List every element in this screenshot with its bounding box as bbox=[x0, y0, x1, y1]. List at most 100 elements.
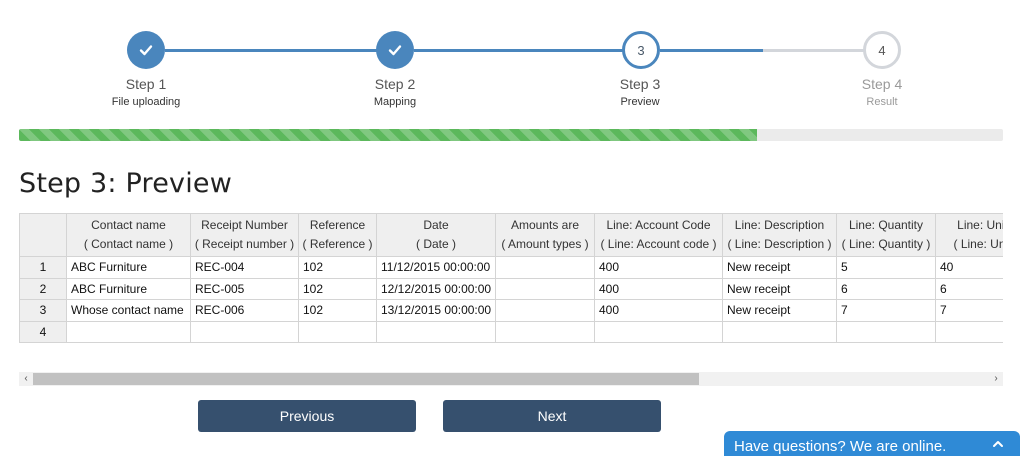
table-cell[interactable]: REC-006 bbox=[190, 299, 299, 322]
column-header[interactable]: Line: Quantity ( Line: Quantity ) bbox=[836, 213, 936, 257]
previous-button[interactable]: Previous bbox=[198, 400, 416, 432]
table-cell[interactable]: New receipt bbox=[722, 299, 837, 322]
scroll-left-arrow-icon[interactable]: ‹ bbox=[19, 372, 33, 386]
row-number: 4 bbox=[19, 320, 67, 343]
row-number: 2 bbox=[19, 277, 67, 300]
table-cell[interactable] bbox=[594, 320, 723, 343]
step-1-title: Step 1 bbox=[125, 76, 167, 92]
scroll-right-arrow-icon[interactable]: › bbox=[989, 372, 1003, 386]
table-cell[interactable]: New receipt bbox=[722, 277, 837, 300]
table-cell[interactable]: 40 bbox=[935, 256, 1003, 279]
column-header-name: Contact name bbox=[91, 218, 166, 232]
column-header[interactable]: Amounts are ( Amount types ) bbox=[495, 213, 595, 257]
table-cell[interactable]: 102 bbox=[298, 299, 377, 322]
column-header-source: ( Line: Description ) bbox=[727, 237, 832, 251]
column-header-source: ( Contact name ) bbox=[83, 237, 174, 251]
step-1-subtitle: File uploading bbox=[111, 96, 181, 108]
table-cell[interactable] bbox=[66, 320, 191, 343]
table-row: 3 Whose contact name REC-006 102 13/12/2… bbox=[19, 299, 1003, 322]
progress-bar-fill bbox=[19, 129, 757, 141]
table-header-row: Contact name ( Contact name ) Receipt Num… bbox=[19, 213, 1003, 257]
column-header[interactable]: Line: Unit ( Line: Unit bbox=[935, 213, 1003, 257]
step-4-title: Step 4 bbox=[861, 76, 903, 92]
table-cell[interactable]: ABC Furniture bbox=[66, 277, 191, 300]
column-header-source: ( Date ) bbox=[415, 237, 456, 251]
step-connector-3-4-done bbox=[660, 49, 763, 52]
table-cell[interactable] bbox=[722, 320, 837, 343]
table-cell[interactable]: 102 bbox=[298, 277, 377, 300]
table-cell[interactable]: 6 bbox=[935, 277, 1003, 300]
step-4-circle: 4 bbox=[863, 31, 901, 69]
column-header-name: Line: Unit bbox=[957, 218, 1003, 232]
table-cell[interactable]: 5 bbox=[836, 256, 936, 279]
column-header-name: Date bbox=[423, 218, 449, 232]
table-cell[interactable]: 11/12/2015 00:00:00 bbox=[376, 256, 496, 279]
table-cell[interactable]: 400 bbox=[594, 256, 723, 279]
table-cell[interactable]: 13/12/2015 00:00:00 bbox=[376, 299, 496, 322]
step-2-circle bbox=[376, 31, 414, 69]
column-header[interactable]: Reference ( Reference ) bbox=[298, 213, 377, 257]
step-3-number: 3 bbox=[637, 42, 645, 58]
preview-table: Contact name ( Contact name ) Receipt Num… bbox=[19, 213, 1003, 343]
column-header[interactable]: Line: Description ( Line: Description ) bbox=[722, 213, 837, 257]
column-header[interactable]: Line: Account Code ( Line: Account code ) bbox=[594, 213, 723, 257]
table-cell[interactable] bbox=[495, 299, 595, 322]
horizontal-scrollbar[interactable]: ‹ › bbox=[19, 372, 1003, 386]
column-header-name: Reference bbox=[309, 218, 366, 232]
table-cell[interactable] bbox=[836, 320, 936, 343]
step-2-subtitle: Mapping bbox=[373, 96, 417, 108]
page-title: Step 3: Preview bbox=[19, 168, 233, 199]
table-cell[interactable]: 12/12/2015 00:00:00 bbox=[376, 277, 496, 300]
table-cell[interactable]: 400 bbox=[594, 299, 723, 322]
table-cell[interactable]: 102 bbox=[298, 256, 377, 279]
next-button[interactable]: Next bbox=[443, 400, 661, 432]
step-4-number: 4 bbox=[878, 42, 886, 58]
table-cell[interactable] bbox=[495, 256, 595, 279]
scrollbar-thumb[interactable] bbox=[33, 373, 699, 385]
table-cell[interactable] bbox=[935, 320, 1003, 343]
step-connector-2-3 bbox=[414, 49, 623, 52]
column-header-source: ( Line: Account code ) bbox=[600, 237, 717, 251]
row-number-header bbox=[19, 213, 67, 257]
chat-widget-label: Have questions? We are online. bbox=[734, 438, 947, 455]
step-4-subtitle: Result bbox=[866, 96, 898, 108]
table-cell[interactable] bbox=[495, 277, 595, 300]
column-header-source: ( Reference ) bbox=[302, 237, 373, 251]
progress-bar bbox=[19, 129, 1003, 141]
step-2-title: Step 2 bbox=[374, 76, 416, 92]
row-number: 3 bbox=[19, 299, 67, 322]
step-3-title: Step 3 bbox=[619, 76, 661, 92]
column-header[interactable]: Receipt Number ( Receipt number ) bbox=[190, 213, 299, 257]
step-connector-3-4-pending bbox=[763, 49, 864, 52]
table-row: 1 ABC Furniture REC-004 102 11/12/2015 0… bbox=[19, 256, 1003, 279]
table-cell[interactable]: REC-005 bbox=[190, 277, 299, 300]
column-header[interactable]: Date ( Date ) bbox=[376, 213, 496, 257]
table-cell[interactable] bbox=[376, 320, 496, 343]
table-cell[interactable]: 400 bbox=[594, 277, 723, 300]
step-3-subtitle: Preview bbox=[620, 96, 660, 108]
column-header-name: Line: Description bbox=[734, 218, 825, 232]
preview-table-container[interactable]: Contact name ( Contact name ) Receipt Num… bbox=[19, 213, 1003, 346]
table-cell[interactable]: ABC Furniture bbox=[66, 256, 191, 279]
table-cell[interactable] bbox=[495, 320, 595, 343]
chevron-up-icon[interactable] bbox=[992, 438, 1004, 454]
table-cell[interactable]: 7 bbox=[935, 299, 1003, 322]
chat-widget[interactable]: Have questions? We are online. bbox=[724, 431, 1020, 456]
table-cell[interactable] bbox=[190, 320, 299, 343]
column-header-source: ( Receipt number ) bbox=[194, 237, 295, 251]
step-1-circle bbox=[127, 31, 165, 69]
table-cell[interactable]: Whose contact name bbox=[66, 299, 191, 322]
table-cell[interactable]: REC-004 bbox=[190, 256, 299, 279]
check-icon bbox=[139, 45, 153, 56]
column-header-source: ( Line: Unit bbox=[953, 237, 1003, 251]
column-header-source: ( Line: Quantity ) bbox=[841, 237, 931, 251]
column-header-source: ( Amount types ) bbox=[501, 237, 589, 251]
table-row: 4 bbox=[19, 320, 1003, 343]
table-cell[interactable]: 7 bbox=[836, 299, 936, 322]
table-cell[interactable]: 6 bbox=[836, 277, 936, 300]
column-header[interactable]: Contact name ( Contact name ) bbox=[66, 213, 191, 257]
table-row: 2 ABC Furniture REC-005 102 12/12/2015 0… bbox=[19, 277, 1003, 300]
column-header-name: Line: Quantity bbox=[848, 218, 924, 232]
table-cell[interactable] bbox=[298, 320, 377, 343]
table-cell[interactable]: New receipt bbox=[722, 256, 837, 279]
